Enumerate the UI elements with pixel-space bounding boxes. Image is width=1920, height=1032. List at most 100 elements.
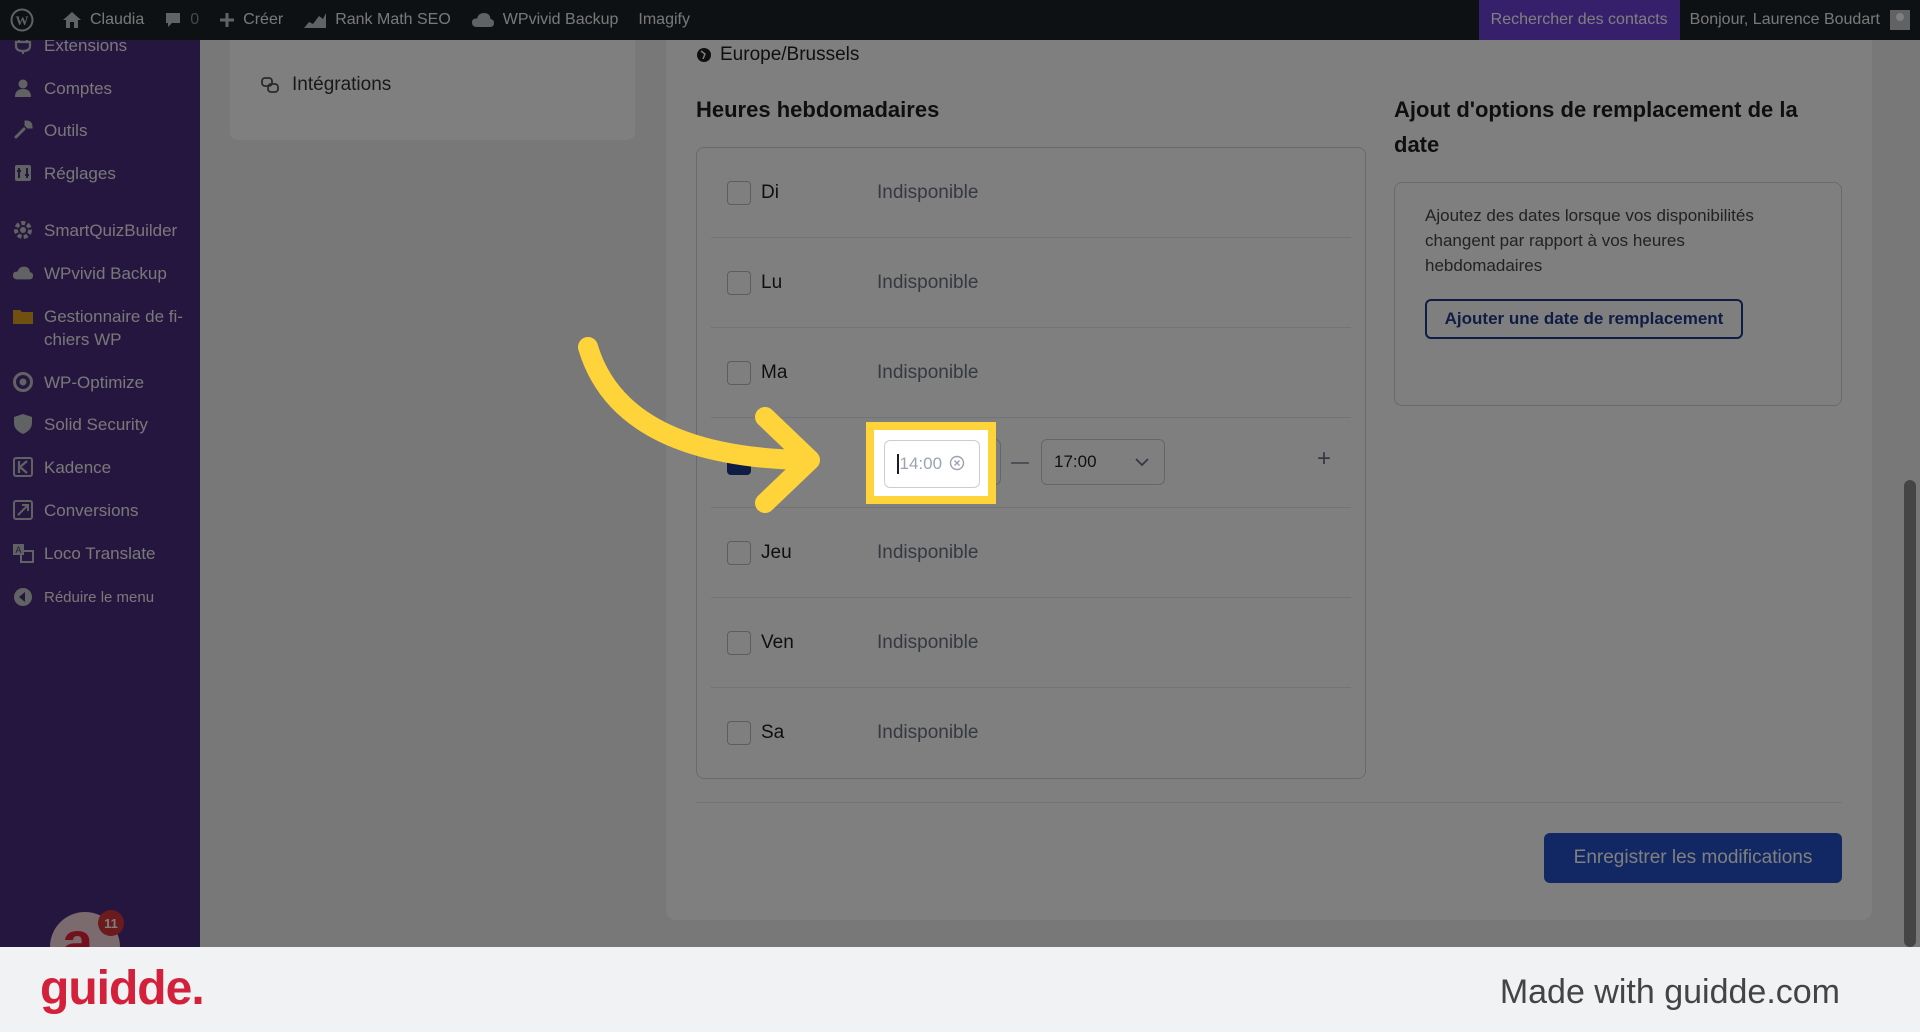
start-time-placeholder: 14:00 [899,454,943,473]
admin-sidebar: Extensions Comptes Outils Réglages Smart… [0,40,200,947]
end-time-select[interactable]: 17:00 [1041,439,1165,485]
wpvivid-link[interactable]: WPvivid Backup [461,0,629,40]
day-checkbox-di[interactable] [727,180,751,205]
cloud-icon [471,13,494,27]
user-account-menu[interactable]: Bonjour, Laurence Boudart [1680,0,1920,40]
search-contacts-label: Rechercher des contacts [1490,11,1668,28]
divider [696,802,1842,803]
chevron-down-icon [1135,458,1149,467]
sidebar-item-loco-translate[interactable]: A Loco Translate [0,542,200,565]
cloud-icon [12,262,34,284]
collapse-menu-button[interactable]: Réduire le menu [0,586,200,609]
optimize-icon [12,371,34,393]
home-icon [63,12,81,28]
sidebar-item-smartquizbuilder[interactable]: SmartQuizBuilder [0,219,200,242]
folder-icon [12,305,34,327]
create-link[interactable]: Créer [209,0,293,40]
guidde-logo: guidde. [40,962,205,1015]
clear-icon[interactable] [949,455,965,471]
site-name: Claudia [90,11,145,28]
conversions-icon [12,499,34,521]
sidebar-item-reglages[interactable]: Réglages [0,162,200,185]
comments-link[interactable]: 0 [154,0,209,40]
day-checkbox-sa[interactable] [727,721,751,745]
search-contacts-button[interactable]: Rechercher des contacts [1478,0,1680,40]
day-status: Indisponible [877,722,979,743]
svg-text:A: A [15,546,22,556]
comment-icon [166,13,181,27]
tutorial-arrow-icon [578,337,820,513]
user-icon [12,77,34,99]
shield-icon [12,413,34,435]
imagify-label: Imagify [638,11,690,28]
day-row-di: Di Indisponible [711,148,1351,238]
day-checkbox-ven[interactable] [727,630,751,655]
sidebar-item-solid-security[interactable]: Solid Security [0,413,200,436]
timezone-display[interactable]: Europe/Brussels [696,44,859,66]
badge-letter: a [62,910,94,948]
scrollbar-thumb[interactable] [1904,480,1916,947]
globe-icon [697,48,711,62]
day-row-sa: Sa Indisponible [711,688,1351,778]
rank-math-icon [304,13,327,28]
made-with-label: Made with guidde.com [1499,973,1840,1011]
day-row-ven: Ven Indisponible [711,598,1351,688]
site-name-link[interactable]: Claudia [52,0,154,40]
text-caret [897,454,899,474]
notification-badge-avatar[interactable]: a 11 [50,910,124,948]
overrides-description: Ajoutez des dates lorsque vos disponibil… [1425,206,1754,275]
avatar [1890,10,1910,30]
day-row-lu: Lu Indisponible [711,238,1351,328]
translate-icon: A [12,542,34,564]
sidebar-item-conversions[interactable]: Conversions [0,499,200,522]
rank-math-link[interactable]: Rank Math SEO [293,0,461,40]
date-overrides-box: Ajoutez des dates lorsque vos disponibil… [1394,182,1842,406]
collapse-icon [12,586,34,608]
admin-bar: W Claudia 0 Créer Rank Math SEO WPvivid … [0,0,1920,40]
comments-count: 0 [190,11,200,28]
day-label: Lu [761,271,783,293]
guidde-footer: guidde. Made with guidde.com [0,947,1920,1032]
sidebar-item-outils[interactable]: Outils [0,119,200,142]
wrench-icon [12,119,34,141]
day-status: Indisponible [877,631,979,653]
notification-count: 11 [98,910,124,936]
day-label: Ven [761,631,794,653]
day-checkbox-lu[interactable] [727,270,751,295]
sidebar-item-file-manager[interactable]: Gestionnaire de fi-chiers WP [0,305,200,351]
svg-text:W: W [16,13,29,28]
day-status: Indisponible [877,361,979,383]
wordpress-icon: W [10,8,34,32]
create-label: Créer [243,11,284,28]
add-slot-button[interactable]: + [1317,445,1331,473]
add-override-button[interactable]: Ajouter une date de remplacement [1425,299,1743,339]
time-range-dash [1011,462,1029,464]
settings-icon [12,162,34,184]
highlight-frame: 14:00 [866,422,996,504]
imagify-link[interactable]: Imagify [628,0,700,40]
settings-nav-card: Intégrations [230,40,635,140]
integrations-icon [261,77,279,93]
save-changes-button[interactable]: Enregistrer les modifications [1544,833,1842,883]
start-time-input[interactable]: 14:00 [884,440,980,488]
sidebar-item-comptes[interactable]: Comptes [0,77,200,100]
sidebar-item-wpvivid[interactable]: WPvivid Backup [0,262,200,285]
day-label: Sa [761,722,785,743]
greeting-label: Bonjour, Laurence Boudart [1689,11,1880,28]
wordpress-logo[interactable]: W [0,0,52,40]
day-row-jeu: Jeu Indisponible [711,508,1351,598]
rank-math-label: Rank Math SEO [335,11,451,28]
sidebar-item-wp-optimize[interactable]: WP-Optimize [0,371,200,394]
day-checkbox-jeu[interactable] [727,540,751,565]
wpvivid-label: WPvivid Backup [502,11,619,28]
day-label: Di [761,181,779,203]
nav-item-integrations[interactable]: Intégrations [260,74,391,96]
sidebar-item-kadence[interactable]: Kadence [0,456,200,479]
sidebar-item-extensions[interactable]: Extensions [0,40,200,57]
day-status: Indisponible [877,181,979,203]
weekly-hours-title: Heures hebdomadaires [696,97,940,122]
integrations-label: Intégrations [292,74,392,95]
day-label: Jeu [761,541,792,563]
end-time-value: 17:00 [1054,452,1097,471]
gear-icon [12,219,34,241]
